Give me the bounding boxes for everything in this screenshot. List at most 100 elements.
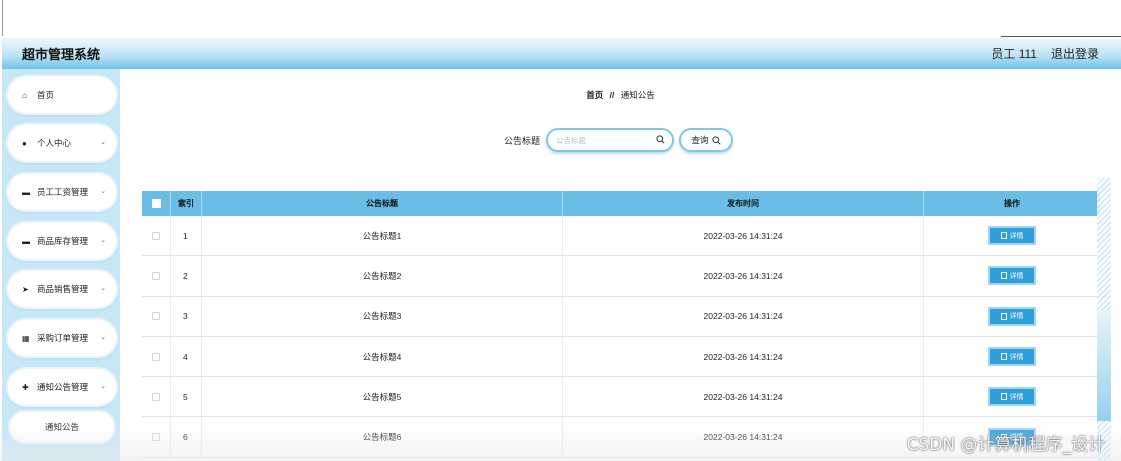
sidebar-item-label: 商品销售管理 (37, 284, 89, 294)
sidebar-item-label: 员工工资管理 (37, 187, 89, 197)
grid-icon: ▦ (22, 333, 30, 343)
breadcrumb-home[interactable]: 首页 (586, 90, 603, 100)
document-icon (1000, 232, 1007, 240)
table-row: 2 公告标题2 2022-03-26 14:31:24 详情 (142, 256, 1100, 297)
detail-button[interactable]: 详情 (988, 387, 1036, 407)
sidebar-item-label: 通知公告管理 (37, 382, 89, 392)
detail-button-label: 详情 (1009, 232, 1024, 240)
document-icon (1000, 393, 1007, 401)
detail-button-label: 详情 (1009, 353, 1024, 361)
table-row: 4 公告标题4 2022-03-26 14:31:24 详情 (142, 336, 1100, 378)
sidebar-item-purchase[interactable]: ▦ 采购订单管理 ⌄ (8, 320, 116, 356)
row-title: 公告标题6 (202, 417, 563, 457)
sidebar-item-label: 首页 (37, 90, 55, 100)
row-time: 2022-03-26 14:31:24 (563, 296, 924, 336)
window-edge-right (1001, 36, 1121, 37)
monitor-icon: ▬ (22, 187, 30, 197)
row-index: 2 (171, 256, 202, 296)
query-button-label: 查询 (691, 135, 709, 145)
row-checkbox[interactable] (152, 312, 160, 321)
sidebar-item-notice[interactable]: ✚ 通知公告管理 ⌄ (8, 369, 116, 405)
sidebar-item-label: 个人中心 (37, 138, 72, 148)
column-header-time: 发布时间 (563, 191, 924, 216)
row-time: 2022-03-26 14:31:24 (563, 377, 924, 417)
chevron-down-icon: ⌄ (100, 237, 106, 244)
home-icon: ⌂ (22, 90, 27, 100)
monitor-icon: ▬ (22, 236, 30, 246)
window-edge-left (2, 0, 3, 36)
notice-table: 索引 公告标题 发布时间 操作 1 公告标题1 2022-03-26 14:31… (142, 191, 1100, 458)
column-header-index: 索引 (171, 191, 202, 216)
breadcrumb: 首页 // 通知公告 (120, 89, 1121, 101)
row-index: 3 (171, 296, 202, 336)
row-checkbox[interactable] (152, 392, 160, 401)
sidebar-item-sales[interactable]: ➤ 商品销售管理 ⌄ (8, 271, 116, 307)
app-header: 超市管理系统 员工 111 退出登录 (2, 38, 1121, 69)
sidebar-item-inventory[interactable]: ▬ 商品库存管理 ⌄ (8, 223, 116, 259)
decorative-stripe (1097, 178, 1111, 461)
document-icon (1000, 272, 1007, 280)
row-index: 4 (171, 336, 202, 377)
detail-button-label: 详情 (1009, 313, 1024, 321)
chevron-down-icon: ⌄ (100, 188, 106, 195)
sidebar-item-personal-center[interactable]: ● 个人中心 ⌄ (8, 125, 116, 161)
top-blank-area (0, 0, 1121, 38)
select-all-checkbox[interactable] (151, 199, 161, 208)
sidebar-item-label: 商品库存管理 (37, 236, 89, 246)
column-header-title: 公告标题 (202, 191, 563, 216)
current-user: 员工 111 (991, 47, 1037, 61)
breadcrumb-current: 通知公告 (620, 90, 655, 100)
row-checkbox[interactable] (152, 231, 160, 240)
detail-button[interactable]: 详情 (988, 226, 1036, 246)
query-button[interactable]: 查询 (679, 128, 734, 152)
search-box (546, 128, 675, 152)
detail-button-label: 详情 (1009, 272, 1024, 280)
column-header-actions: 操作 (1004, 199, 1020, 208)
sidebar-item-salary[interactable]: ▬ 员工工资管理 ⌄ (8, 174, 116, 210)
search-bar: 公告标题 查询 (504, 127, 734, 153)
row-index: 6 (171, 417, 202, 457)
row-time: 2022-03-26 14:31:24 (563, 216, 924, 256)
detail-button[interactable]: 详情 (988, 266, 1036, 286)
user-icon: ● (22, 138, 27, 148)
main-content: 首页 // 通知公告 公告标题 查询 索引 公告标题 发布时间 (120, 69, 1121, 461)
scroll-indicator (1097, 311, 1111, 421)
search-icon (711, 135, 720, 144)
search-input[interactable] (556, 135, 657, 145)
chevron-down-icon: ⌄ (100, 334, 106, 341)
search-icon (656, 135, 665, 144)
row-checkbox[interactable] (152, 352, 160, 361)
row-index: 1 (171, 216, 202, 256)
detail-button-label: 详情 (1009, 393, 1024, 401)
table-row: 5 公告标题5 2022-03-26 14:31:24 详情 (142, 377, 1100, 418)
table-row: 3 公告标题3 2022-03-26 14:31:24 详情 (142, 296, 1100, 337)
row-title: 公告标题4 (202, 336, 563, 377)
row-title: 公告标题3 (202, 296, 563, 336)
sidebar: ⌂ 首页 ● 个人中心 ⌄ ▬ 员工工资管理 ⌄ ▬ 商品库存管理 ⌄ ➤ 商品… (2, 69, 120, 461)
header-checkbox-cell (142, 191, 171, 216)
row-time: 2022-03-26 14:31:24 (563, 256, 924, 296)
chevron-down-icon: ⌄ (100, 383, 106, 390)
row-checkbox[interactable] (152, 433, 160, 442)
sidebar-item-label: 采购订单管理 (37, 333, 89, 343)
table-row: 1 公告标题1 2022-03-26 14:31:24 详情 (142, 216, 1100, 257)
document-icon (1000, 312, 1007, 320)
detail-button[interactable]: 详情 (988, 306, 1036, 326)
chevron-down-icon: ⌄ (100, 139, 106, 146)
search-label: 公告标题 (504, 135, 541, 146)
send-icon: ➤ (22, 284, 29, 294)
sidebar-item-home[interactable]: ⌂ 首页 (8, 77, 116, 113)
document-icon (1000, 353, 1007, 361)
logout-link[interactable]: 退出登录 (1051, 45, 1099, 62)
detail-button[interactable]: 详情 (988, 347, 1036, 367)
header-user-area: 员工 111 退出登录 (991, 45, 1099, 62)
row-time: 2022-03-26 14:31:24 (563, 336, 924, 377)
watermark: CSDN @计算机程序_设计 (906, 435, 1105, 455)
row-time: 2022-03-26 14:31:24 (563, 417, 924, 457)
row-title: 公告标题5 (202, 377, 563, 417)
app-title: 超市管理系统 (22, 47, 101, 62)
row-title: 公告标题2 (202, 256, 563, 296)
row-title: 公告标题1 (202, 216, 563, 256)
sidebar-subitem-notice[interactable]: 通知公告 (10, 412, 114, 442)
row-checkbox[interactable] (152, 271, 160, 280)
